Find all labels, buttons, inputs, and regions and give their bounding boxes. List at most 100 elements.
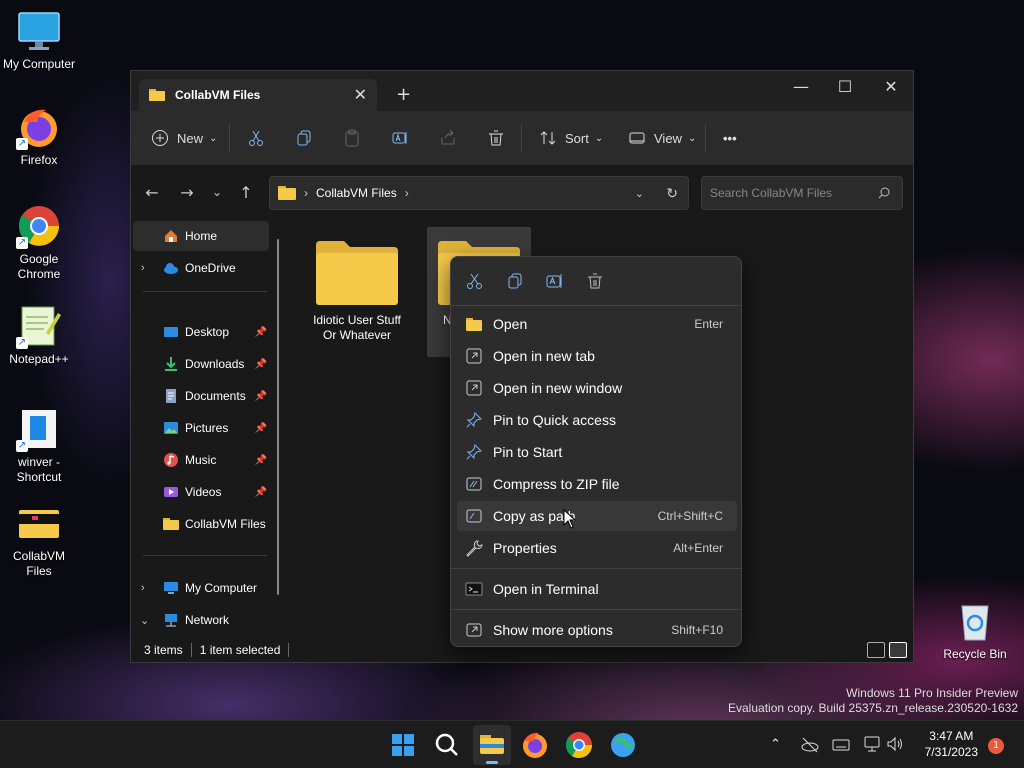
sidebar-item-desktop[interactable]: Desktop 📌 bbox=[133, 317, 269, 347]
details-view-icon[interactable] bbox=[867, 642, 885, 658]
menu-item-properties[interactable]: Properties Alt+Enter bbox=[457, 533, 737, 563]
desktop-icon-collabvm-files[interactable]: CollabVM Files bbox=[1, 500, 77, 579]
wrench-icon bbox=[466, 540, 483, 557]
scissors-icon[interactable] bbox=[465, 271, 485, 291]
sidebar-item-my-computer[interactable]: › My Computer bbox=[133, 573, 269, 603]
scissors-icon bbox=[249, 130, 263, 146]
sidebar-item-pictures[interactable]: Pictures 📌 bbox=[133, 413, 269, 443]
cut-button[interactable] bbox=[247, 125, 265, 151]
sidebar-item-network[interactable]: ⌄ Network bbox=[133, 605, 269, 635]
sidebar-item-home[interactable]: Home bbox=[133, 221, 269, 251]
divider bbox=[143, 555, 267, 556]
new-button[interactable]: New ⌄ bbox=[151, 125, 217, 151]
up-arrow-icon[interactable]: ↑ bbox=[236, 183, 256, 202]
system-clock[interactable]: 3:47 AM 7/31/2023 bbox=[925, 728, 978, 760]
menu-item-open-new-window[interactable]: Open in new window bbox=[457, 373, 737, 403]
copy-button[interactable] bbox=[295, 125, 313, 151]
view-button[interactable]: View ⌄ bbox=[628, 125, 696, 151]
close-window-button[interactable]: ✕ bbox=[868, 77, 914, 96]
desktop-icon-winver[interactable]: ↗ winver - Shortcut bbox=[1, 406, 77, 485]
volume-icon[interactable] bbox=[886, 735, 904, 753]
search-icon[interactable] bbox=[431, 729, 463, 761]
network-icon[interactable] bbox=[864, 735, 882, 753]
sidebar-item-documents[interactable]: Documents 📌 bbox=[133, 381, 269, 411]
windows-start-icon[interactable] bbox=[387, 729, 419, 761]
plus-circle-icon bbox=[152, 130, 168, 146]
divider bbox=[190, 642, 192, 657]
onedrive-offline-icon[interactable] bbox=[800, 735, 820, 755]
menu-item-open-terminal[interactable]: Open in Terminal bbox=[457, 574, 737, 604]
menu-item-pin-quick-access[interactable]: Pin to Quick access bbox=[457, 405, 737, 435]
copy-icon[interactable] bbox=[505, 271, 525, 291]
sidebar-item-onedrive[interactable]: › OneDrive bbox=[133, 253, 269, 283]
firefox-icon[interactable] bbox=[519, 729, 551, 761]
chevron-up-icon[interactable]: ⌃ bbox=[770, 737, 781, 752]
mouse-cursor-icon bbox=[563, 509, 577, 529]
rename-icon bbox=[392, 132, 407, 144]
folder-icon bbox=[163, 518, 179, 530]
desktop-icon-notepadpp[interactable]: ↗ Notepad++ bbox=[1, 303, 77, 367]
trash-icon[interactable] bbox=[585, 271, 605, 291]
close-tab-icon[interactable]: ✕ bbox=[354, 85, 367, 104]
chrome-icon: ↗ bbox=[16, 203, 62, 249]
more-options-button[interactable]: ••• bbox=[723, 125, 737, 151]
desktop-icon-firefox[interactable]: ↗ Firefox bbox=[1, 104, 77, 168]
rename-icon[interactable] bbox=[545, 271, 565, 291]
desktop-icon-recycle-bin[interactable]: Recycle Bin bbox=[937, 598, 1013, 662]
pin-icon: 📌 bbox=[254, 454, 267, 466]
forward-arrow-icon[interactable]: → bbox=[177, 183, 197, 202]
file-item[interactable]: Idiotic User Stuff Or Whatever bbox=[305, 227, 409, 357]
divider bbox=[288, 642, 290, 657]
menu-item-copy-as-path[interactable]: Copy as path Ctrl+Shift+C bbox=[457, 501, 737, 531]
chevron-right-icon[interactable]: › bbox=[141, 262, 145, 274]
command-bar: New ⌄ Sort ⌄ View ⌄ ••• bbox=[131, 111, 913, 165]
new-tab-button[interactable]: + bbox=[396, 84, 411, 105]
minimize-button[interactable]: — bbox=[778, 77, 824, 96]
search-box[interactable]: Search CollabVM Files bbox=[701, 176, 903, 210]
divider bbox=[229, 124, 230, 152]
refresh-icon[interactable]: ↻ bbox=[666, 185, 678, 202]
chrome-icon[interactable] bbox=[563, 729, 595, 761]
address-dropdown-icon[interactable]: ⌄ bbox=[635, 187, 644, 200]
share-button[interactable] bbox=[439, 125, 457, 151]
trash-icon bbox=[489, 130, 503, 146]
paste-button[interactable] bbox=[343, 125, 361, 151]
chevron-down-icon[interactable]: ⌄ bbox=[140, 614, 149, 627]
menu-item-compress-zip[interactable]: Compress to ZIP file bbox=[457, 469, 737, 499]
file-explorer-taskbar-button[interactable] bbox=[473, 725, 511, 765]
sort-button[interactable]: Sort ⌄ bbox=[539, 125, 603, 151]
pin-icon bbox=[466, 412, 482, 428]
sidebar-scrollbar[interactable] bbox=[277, 239, 279, 595]
menu-item-pin-start[interactable]: Pin to Start bbox=[457, 437, 737, 467]
menu-item-open-new-tab[interactable]: Open in new tab bbox=[457, 341, 737, 371]
new-tab-icon bbox=[466, 348, 482, 364]
recent-locations-chevron-icon[interactable]: ⌄ bbox=[207, 185, 227, 199]
monitor-icon bbox=[16, 8, 62, 54]
menu-item-show-more-options[interactable]: Show more options Shift+F10 bbox=[457, 615, 737, 645]
breadcrumb-collabvm-files[interactable]: CollabVM Files bbox=[316, 186, 397, 200]
divider bbox=[521, 124, 522, 152]
watermark-line-1: Windows 11 Pro Insider Preview bbox=[846, 686, 1018, 700]
sidebar-item-music[interactable]: Music 📌 bbox=[133, 445, 269, 475]
address-bar[interactable]: › CollabVM Files › ⌄ ↻ bbox=[269, 176, 689, 210]
delete-button[interactable] bbox=[487, 125, 505, 151]
sidebar-item-videos[interactable]: Videos 📌 bbox=[133, 477, 269, 507]
selection-count: 1 item selected bbox=[199, 642, 281, 657]
notification-badge[interactable]: 1 bbox=[988, 738, 1004, 754]
menu-item-open[interactable]: Open Enter bbox=[457, 309, 737, 339]
chevron-right-icon[interactable]: › bbox=[141, 582, 145, 594]
terminal-icon bbox=[465, 582, 483, 596]
sidebar-item-downloads[interactable]: Downloads 📌 bbox=[133, 349, 269, 379]
pin-icon: 📌 bbox=[254, 422, 267, 434]
taskbar: ⌃ 3:47 AM 7/31/2023 1 bbox=[0, 720, 1024, 768]
keyboard-icon[interactable] bbox=[832, 736, 850, 754]
desktop-icon-my-computer[interactable]: My Computer bbox=[1, 8, 77, 72]
maximize-button[interactable]: ☐ bbox=[822, 77, 868, 96]
tab-collabvm-files[interactable]: CollabVM Files ✕ bbox=[139, 79, 377, 111]
large-icons-view-icon[interactable] bbox=[889, 642, 907, 658]
back-arrow-icon[interactable]: ← bbox=[142, 183, 162, 202]
sidebar-item-collabvm-files[interactable]: CollabVM Files bbox=[133, 509, 269, 539]
desktop-icon-chrome[interactable]: ↗ Google Chrome bbox=[1, 203, 77, 282]
rename-button[interactable] bbox=[391, 125, 409, 151]
globe-app-icon[interactable] bbox=[607, 729, 639, 761]
